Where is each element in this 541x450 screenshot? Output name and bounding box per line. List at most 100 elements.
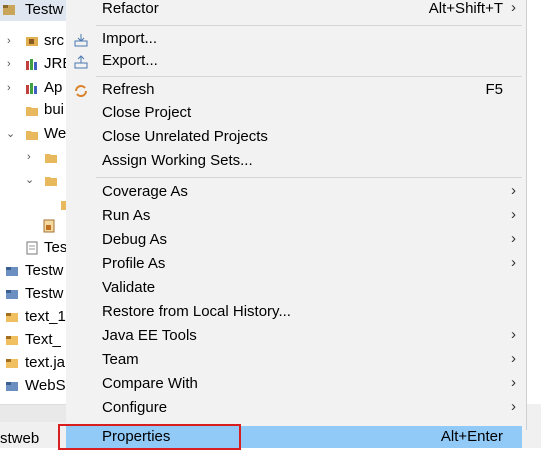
folder-icon xyxy=(45,177,57,186)
tree-item-subfolder-open[interactable]: ⌄ xyxy=(0,168,66,191)
menu-item-label: Profile As xyxy=(102,255,166,272)
tree-item-label: text_1 xyxy=(25,308,66,325)
tree-item-label: We xyxy=(44,125,66,142)
folder-icon xyxy=(26,131,38,140)
menu-item-team[interactable]: Team › xyxy=(66,349,526,373)
tree-item-file[interactable] xyxy=(0,214,66,237)
menu-item-shortcut: Alt+Enter xyxy=(440,428,503,445)
menu-item-refresh[interactable]: Refresh F5 xyxy=(66,79,526,103)
menu-item-coverage-as[interactable]: Coverage As › xyxy=(66,181,526,205)
chevron-right-icon[interactable]: › xyxy=(7,35,11,47)
tree-item-label: WebS xyxy=(25,377,66,394)
project-icon xyxy=(6,267,18,276)
tree-item-project[interactable]: Testw xyxy=(0,282,66,305)
tree-item-label: src xyxy=(44,32,64,49)
export-icon xyxy=(74,55,88,69)
tree-item-label: Testw xyxy=(25,285,64,302)
project-icon xyxy=(6,313,18,322)
tree-item-project[interactable]: text_1 xyxy=(0,305,66,328)
menu-item-debug-as[interactable]: Debug As › xyxy=(66,229,526,253)
tree-item-label: JRE xyxy=(44,55,66,72)
tree-item-label: Text_ xyxy=(25,331,61,348)
project-icon xyxy=(6,382,18,391)
library-icon xyxy=(26,59,37,70)
refresh-icon xyxy=(75,85,87,97)
menu-item-profile-as[interactable]: Profile As › xyxy=(66,253,526,277)
menu-item-configure[interactable]: Configure › xyxy=(66,397,526,421)
chevron-down-icon[interactable]: ⌄ xyxy=(25,173,34,186)
submenu-arrow-icon: › xyxy=(511,230,516,247)
submenu-arrow-icon: › xyxy=(511,350,516,367)
tree-item-project[interactable]: WebS xyxy=(0,374,66,397)
tree-item-jre[interactable]: › JRE xyxy=(0,52,66,75)
menu-item-close-project[interactable]: Close Project xyxy=(66,102,526,126)
tree-item-label: Testw xyxy=(25,1,64,18)
library-icon xyxy=(26,83,37,94)
menu-separator xyxy=(96,25,522,26)
annotation-highlight-box xyxy=(58,424,241,450)
menu-item-shortcut: Alt+Shift+T xyxy=(428,0,503,17)
chevron-right-icon[interactable]: › xyxy=(7,82,11,94)
project-explorer: Testw › src › JRE › Ap bui ⌄ We › ⌄ xyxy=(0,0,66,404)
tree-item-subfolder[interactable]: › xyxy=(0,145,66,168)
menu-item-label: Validate xyxy=(102,279,156,296)
menu-item-export[interactable]: Export... xyxy=(66,50,526,74)
tree-item-project[interactable]: Testw xyxy=(0,259,66,282)
menu-item-label: Import... xyxy=(102,30,158,47)
menu-item-shortcut: F5 xyxy=(485,81,503,98)
menu-item-import[interactable]: Import... xyxy=(66,28,526,52)
tree-item-ap[interactable]: › Ap xyxy=(0,76,66,99)
menu-item-refactor[interactable]: Refactor Alt+Shift+T › xyxy=(66,0,526,22)
menu-item-label: Export... xyxy=(102,52,158,69)
project-icon xyxy=(3,5,15,15)
menu-item-label: Configure xyxy=(102,399,168,416)
submenu-arrow-icon: › xyxy=(511,398,516,415)
menu-item-label: Team xyxy=(102,351,139,368)
context-menu: Refactor Alt+Shift+T › Import... Export.… xyxy=(66,0,527,430)
menu-separator xyxy=(96,76,522,77)
xml-file-icon xyxy=(43,219,55,233)
menu-item-label: Refresh xyxy=(102,81,155,98)
submenu-arrow-icon: › xyxy=(511,0,516,16)
menu-item-compare-with[interactable]: Compare With › xyxy=(66,373,526,397)
chevron-right-icon[interactable]: › xyxy=(27,151,31,163)
menu-item-run-as[interactable]: Run As › xyxy=(66,205,526,229)
tree-item-webcontent[interactable]: ⌄ We xyxy=(0,122,66,145)
tree-item-build[interactable]: bui xyxy=(0,98,66,121)
project-icon xyxy=(6,336,18,345)
menu-item-close-unrelated-projects[interactable]: Close Unrelated Projects xyxy=(66,126,526,150)
menu-item-label: Assign Working Sets... xyxy=(102,152,253,169)
status-text: stweb xyxy=(0,430,40,447)
tree-item-project[interactable]: text.ja xyxy=(0,351,66,374)
tree-item-label: bui xyxy=(44,101,65,118)
submenu-arrow-icon: › xyxy=(511,182,516,199)
chevron-right-icon[interactable]: › xyxy=(7,58,11,70)
menu-item-label: Java EE Tools xyxy=(102,327,197,344)
menu-item-validate[interactable]: Validate xyxy=(66,277,526,301)
folder-icon xyxy=(45,154,57,163)
menu-item-label: Close Unrelated Projects xyxy=(102,128,268,145)
tree-item-label: text.ja xyxy=(25,354,66,371)
tree-item-tes[interactable]: Tes xyxy=(0,236,66,259)
tree-item-label: Tes xyxy=(44,239,66,256)
submenu-arrow-icon: › xyxy=(511,374,516,391)
menu-item-label: Debug As xyxy=(102,231,168,248)
project-icon xyxy=(6,359,18,368)
tree-item-src[interactable]: › src xyxy=(0,29,66,52)
menu-item-assign-working-sets[interactable]: Assign Working Sets... xyxy=(66,150,526,174)
submenu-arrow-icon: › xyxy=(511,254,516,271)
tree-item-project[interactable]: Text_ xyxy=(0,328,66,351)
submenu-arrow-icon: › xyxy=(511,206,516,223)
chevron-down-icon[interactable]: ⌄ xyxy=(6,127,15,140)
menu-item-label: Close Project xyxy=(102,104,192,121)
file-icon xyxy=(26,241,38,255)
menu-item-restore-from-local-history[interactable]: Restore from Local History... xyxy=(66,301,526,325)
menu-item-java-ee-tools[interactable]: Java EE Tools › xyxy=(66,325,526,349)
tree-item-nested-folder[interactable] xyxy=(0,192,66,215)
folder-icon xyxy=(26,107,38,116)
horizontal-scrollbar[interactable] xyxy=(0,404,66,422)
tree-item-label: Ap xyxy=(44,79,63,96)
submenu-arrow-icon: › xyxy=(511,326,516,343)
tree-item-project[interactable]: Testw xyxy=(0,0,66,21)
tree-item-label: Testw xyxy=(25,262,64,279)
